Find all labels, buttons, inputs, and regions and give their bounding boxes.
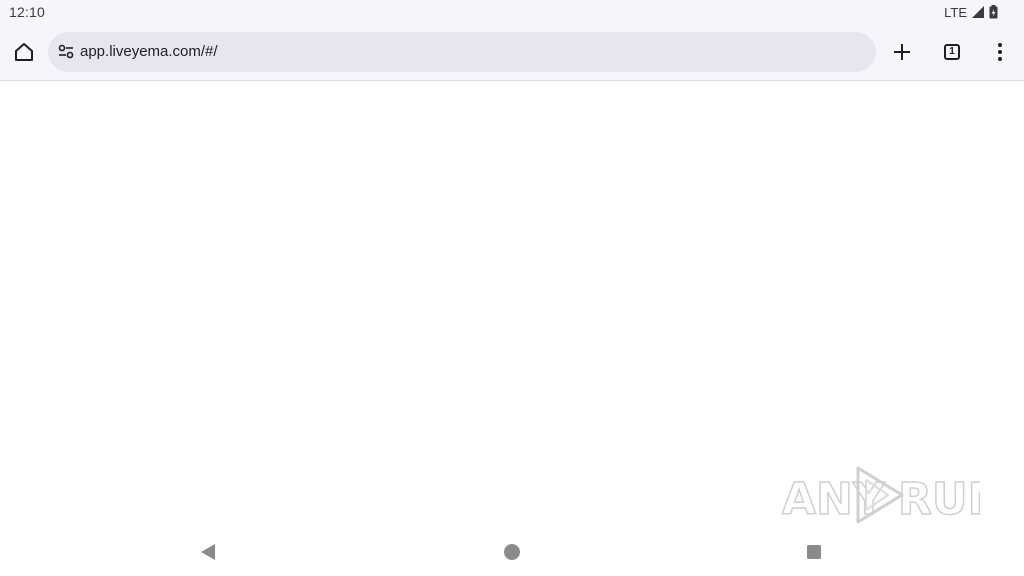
address-bar[interactable]: app.liveyema.com/#/ [48,32,876,72]
home-nav-button[interactable] [494,534,530,570]
watermark-text-left: ANY [782,474,886,525]
home-icon [15,43,33,61]
tab-switcher-button[interactable]: 1 [932,32,972,72]
more-options-button[interactable] [980,32,1020,72]
browser-toolbar: app.liveyema.com/#/ 1 [0,24,1024,81]
new-tab-button[interactable] [882,32,922,72]
status-bar: 12:10 LTE [0,0,1024,24]
tab-switcher-icon: 1 [944,44,960,60]
recents-button[interactable] [796,534,832,570]
home-circle-icon [504,544,520,560]
network-type: LTE [944,4,967,20]
url-text[interactable]: app.liveyema.com/#/ [80,43,218,60]
home-button[interactable] [4,32,44,72]
more-vert-icon [998,43,1002,61]
site-info-button[interactable] [54,40,78,64]
anyrun-watermark: ANY RUN [781,466,980,526]
status-indicators: LTE [944,4,998,20]
back-button[interactable] [190,534,226,570]
plus-icon [894,44,910,60]
navigation-bar [0,530,1024,576]
back-icon [201,544,215,560]
recents-icon [807,545,821,559]
tab-count: 1 [949,46,955,57]
watermark-text-right: RUN [898,474,980,525]
status-time: 12:10 [9,4,46,20]
site-info-icon [58,44,74,59]
signal-icon [972,6,984,18]
battery-icon [989,5,998,19]
